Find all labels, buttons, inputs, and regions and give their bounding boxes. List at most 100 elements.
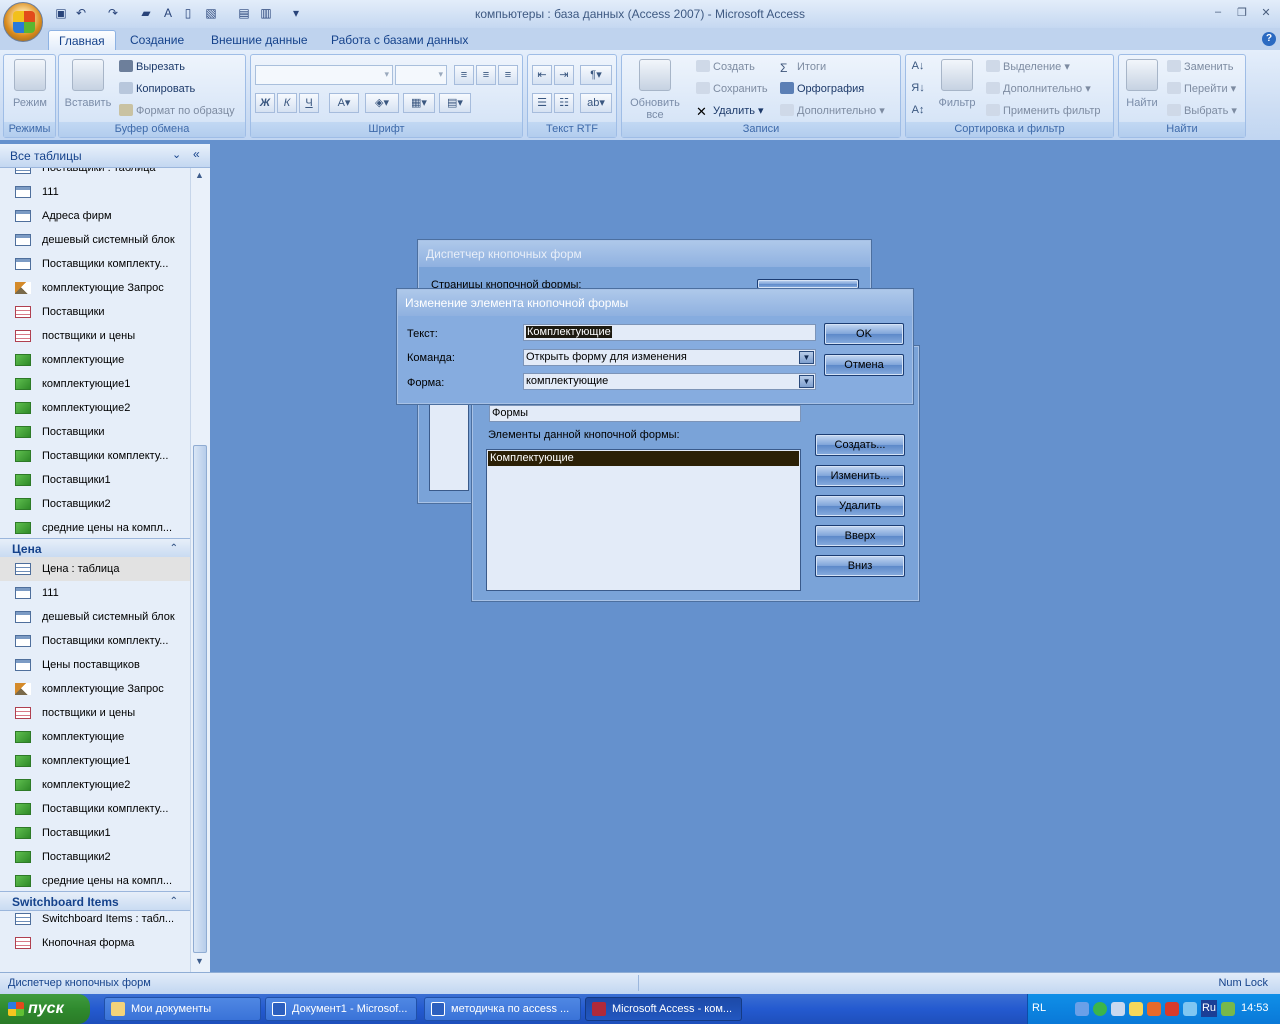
nav-item[interactable]: Адреса фирм (0, 204, 190, 228)
highlight-icon[interactable]: ab▾ (580, 93, 612, 113)
refresh-all-button[interactable]: Обновить все (626, 59, 684, 121)
view-mode-button[interactable]: Режим (5, 59, 55, 109)
italic-button[interactable]: К (277, 93, 297, 113)
nav-item[interactable]: комплектующие2 (0, 396, 190, 420)
scrollbar-thumb[interactable] (193, 445, 207, 953)
nav-item[interactable]: Цена : таблица (0, 557, 190, 581)
font-color-icon[interactable]: A▾ (329, 93, 359, 113)
clear-sort-icon[interactable]: A↕ (908, 101, 928, 121)
nav-item[interactable]: комплектующие1 (0, 749, 190, 773)
speaker-icon[interactable] (1147, 1002, 1161, 1016)
select-button[interactable]: Выбрать ▾ (1167, 101, 1237, 121)
filter-button[interactable]: Фильтр (932, 59, 982, 109)
underline-button[interactable]: Ч (299, 93, 319, 113)
command-dropdown-icon[interactable]: ▼ (799, 351, 814, 364)
language-indicator[interactable]: Ru (1201, 1000, 1217, 1017)
format-painter-button[interactable]: Формат по образцу (119, 101, 235, 121)
align-right-icon[interactable]: ≡ (498, 65, 518, 85)
nav-item[interactable]: поствщики и цены (0, 324, 190, 348)
numbering-icon[interactable]: ☰ (532, 93, 552, 113)
items-list[interactable]: Комплектующие (486, 449, 801, 591)
office-button[interactable] (3, 2, 43, 42)
shutter-bar-close-icon[interactable]: « (193, 147, 200, 161)
items-list-row-selected[interactable]: Комплектующие (488, 451, 799, 466)
edit-item-button[interactable]: Изменить... (815, 465, 905, 487)
nav-item[interactable]: комплектующие Запрос (0, 677, 190, 701)
form-dropdown-icon[interactable]: ▼ (799, 375, 814, 388)
minimize-icon[interactable]: – (1210, 6, 1226, 20)
messenger-icon[interactable] (1129, 1002, 1143, 1016)
cut-button[interactable]: Вырезать (119, 57, 185, 77)
nav-group-price[interactable]: Цена ⌃ (0, 538, 190, 558)
nav-item[interactable]: комплектующие (0, 348, 190, 372)
totals-button[interactable]: Σ Итоги (780, 57, 826, 77)
increase-indent-icon[interactable]: ⇥ (554, 65, 574, 85)
goto-button[interactable]: Перейти ▾ (1167, 79, 1236, 99)
nav-item[interactable]: Поставщики1 (0, 468, 190, 492)
paragraph-icon[interactable]: ¶▾ (580, 65, 612, 85)
nav-header[interactable]: Все таблицы ⌄ « (0, 144, 210, 168)
nvidia-icon[interactable] (1221, 1002, 1235, 1016)
delete-item-button[interactable]: Удалить (815, 495, 905, 517)
task-manual-document[interactable]: методичка по access ... (424, 997, 581, 1021)
nav-item[interactable]: средние цены на компл... (0, 869, 190, 893)
nav-item[interactable]: Поставщики : таблица (0, 168, 190, 180)
sort-descending-icon[interactable]: Я↓ (908, 79, 928, 99)
lang-left-indicator[interactable]: RL (1032, 1002, 1046, 1014)
nav-item[interactable]: поствщики и цены (0, 701, 190, 725)
start-button[interactable]: пуск (0, 994, 90, 1024)
ok-button[interactable]: OK (824, 323, 904, 345)
nav-item[interactable]: 111 (0, 180, 190, 204)
nav-item[interactable]: Цены поставщиков (0, 653, 190, 677)
nav-item[interactable]: Поставщики комплекту... (0, 444, 190, 468)
cancel-button[interactable]: Отмена (824, 354, 904, 376)
collapse-group-icon[interactable]: ⌃ (170, 539, 178, 559)
nav-item[interactable]: комплектующие Запрос (0, 276, 190, 300)
font-size-combo[interactable] (395, 65, 447, 85)
nav-item[interactable]: Поставщики2 (0, 492, 190, 516)
task-my-documents[interactable]: Мои документы (104, 997, 261, 1021)
nav-item[interactable]: Поставщики комплекту... (0, 252, 190, 276)
command-select[interactable]: Открыть форму для изменения ▼ (523, 349, 816, 366)
advanced-filter-button[interactable]: Дополнительно ▾ (986, 79, 1091, 99)
fill-color-icon[interactable]: ◈▾ (365, 93, 399, 113)
move-up-button[interactable]: Вверх (815, 525, 905, 547)
save-record-button[interactable]: Сохранить (696, 79, 768, 99)
nav-item[interactable]: комплектующие (0, 725, 190, 749)
network-icon[interactable] (1075, 1002, 1089, 1016)
switchboard-name-field[interactable]: Формы (489, 405, 801, 422)
scroll-up-icon[interactable]: ▲ (195, 170, 204, 180)
scroll-down-icon[interactable]: ▼ (195, 956, 204, 966)
new-record-button[interactable]: Создать (696, 57, 755, 77)
nav-item[interactable]: Поставщики2 (0, 845, 190, 869)
help-icon[interactable]: ? (1262, 32, 1276, 46)
form-select[interactable]: комплектующие ▼ (523, 373, 816, 390)
checkmark-icon[interactable] (1165, 1002, 1179, 1016)
nav-item[interactable]: комплектующие1 (0, 372, 190, 396)
restore-icon[interactable]: ❐ (1234, 6, 1250, 20)
decrease-indent-icon[interactable]: ⇤ (532, 65, 552, 85)
replace-button[interactable]: Заменить (1167, 57, 1233, 77)
move-down-button[interactable]: Вниз (815, 555, 905, 577)
paste-button[interactable]: Вставить (63, 59, 113, 109)
spelling-button[interactable]: Орфография (780, 79, 864, 99)
nav-item[interactable]: Поставщики (0, 420, 190, 444)
sort-ascending-icon[interactable]: A↓ (908, 57, 928, 77)
tab-database-tools[interactable]: Работа с базами данных (321, 30, 478, 50)
nav-item[interactable]: Поставщики (0, 300, 190, 324)
tab-external-data[interactable]: Внешние данные (201, 30, 318, 50)
task-access[interactable]: Microsoft Access - ком... (585, 997, 742, 1021)
apply-filter-button[interactable]: Применить фильтр (986, 101, 1101, 121)
nav-item[interactable]: Switchboard Items : табл... (0, 907, 190, 931)
nav-item[interactable]: 111 (0, 581, 190, 605)
text-input[interactable]: Комплектующие (523, 324, 816, 341)
copy-button[interactable]: Копировать (119, 79, 195, 99)
nav-item[interactable]: комплектующие2 (0, 773, 190, 797)
nav-item[interactable]: Поставщики комплекту... (0, 629, 190, 653)
nav-item[interactable]: Поставщики комплекту... (0, 797, 190, 821)
alternate-fill-icon[interactable]: ▤▾ (439, 93, 471, 113)
nav-item[interactable]: дешевый системный блок (0, 605, 190, 629)
volume-icon[interactable] (1111, 1002, 1125, 1016)
nav-item[interactable]: средние цены на компл... (0, 516, 190, 540)
align-center-icon[interactable]: ≡ (476, 65, 496, 85)
